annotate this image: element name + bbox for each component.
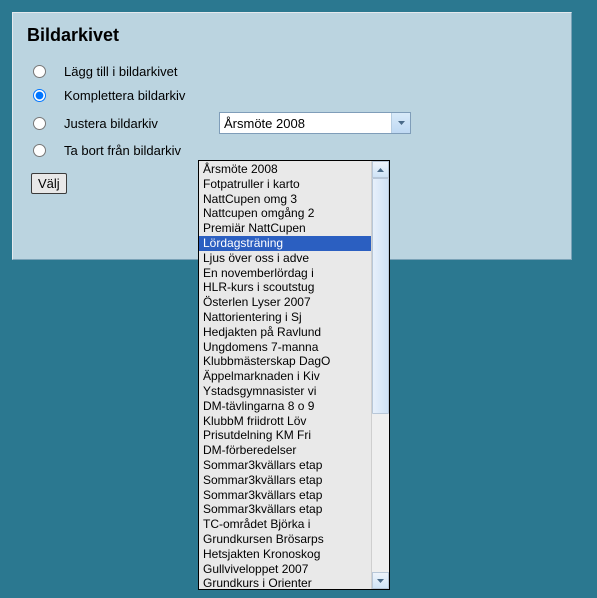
scrollbar[interactable] [371,161,389,589]
radio-row: Lägg till i bildarkivet [27,64,557,79]
panel-title: Bildarkivet [27,25,557,46]
dropdown-option[interactable]: Lördagsträning [199,236,371,251]
dropdown-option[interactable]: Sommar3kvällars etap [199,458,371,473]
mode-radio[interactable] [33,65,46,78]
archive-dropdown-list[interactable]: Årsmöte 2008Fotpatruller i kartoNattCupe… [198,160,390,590]
dropdown-option[interactable]: Hetsjakten Kronoskog [199,547,371,562]
dropdown-option[interactable]: Prisutdelning KM Fri [199,428,371,443]
dropdown-option[interactable]: Sommar3kvällars etap [199,502,371,517]
dropdown-option[interactable]: Ystadsgymnasister vi [199,384,371,399]
radio-label: Komplettera bildarkiv [64,88,219,103]
dropdown-option[interactable]: Fotpatruller i karto [199,177,371,192]
dropdown-option[interactable]: Ljus över oss i adve [199,251,371,266]
dropdown-option[interactable]: Gullviveloppet 2007 [199,562,371,577]
dropdown-option[interactable]: DM-tävlingarna 8 o 9 [199,399,371,414]
mode-radio[interactable] [33,144,46,157]
chevron-down-icon[interactable] [391,113,410,133]
dropdown-option[interactable]: En novemberlördag i [199,266,371,281]
archive-select-value: Årsmöte 2008 [224,116,305,131]
dropdown-option[interactable]: TC-området Björka i [199,517,371,532]
archive-select[interactable]: Årsmöte 2008 [219,112,411,134]
dropdown-option[interactable]: Nattorientering i Sj [199,310,371,325]
submit-button[interactable]: Välj [31,173,67,194]
dropdown-option[interactable]: Äppelmarknaden i Kiv [199,369,371,384]
dropdown-option[interactable]: KlubbM friidrott Löv [199,414,371,429]
dropdown-option[interactable]: DM-förberedelser [199,443,371,458]
mode-radio[interactable] [33,89,46,102]
radio-label: Lägg till i bildarkivet [64,64,219,79]
scroll-down-button[interactable] [372,572,389,589]
dropdown-option[interactable]: Premiär NattCupen [199,221,371,236]
dropdown-option[interactable]: Grundkursen Brösarps [199,532,371,547]
radio-row: Ta bort från bildarkiv [27,143,557,158]
dropdown-option[interactable]: Klubbmästerskap DagO [199,354,371,369]
dropdown-option[interactable]: HLR-kurs i scoutstug [199,280,371,295]
radio-row: Komplettera bildarkiv [27,88,557,103]
dropdown-option[interactable]: Grundkurs i Orienter [199,576,371,589]
radio-label: Ta bort från bildarkiv [64,143,219,158]
dropdown-option[interactable]: Ungdomens 7-manna [199,340,371,355]
dropdown-option[interactable]: Hedjakten på Ravlund [199,325,371,340]
mode-radio[interactable] [33,117,46,130]
dropdown-option[interactable]: Sommar3kvällars etap [199,488,371,503]
dropdown-option[interactable]: Sommar3kvällars etap [199,473,371,488]
radio-label: Justera bildarkiv [64,116,219,131]
scroll-up-button[interactable] [372,161,389,178]
dropdown-option[interactable]: Årsmöte 2008 [199,162,371,177]
dropdown-option[interactable]: Nattcupen omgång 2 [199,206,371,221]
dropdown-option[interactable]: Österlen Lyser 2007 [199,295,371,310]
radio-row: Justera bildarkiv Årsmöte 2008 [27,112,557,134]
dropdown-option[interactable]: NattCupen omg 3 [199,192,371,207]
scroll-thumb[interactable] [372,178,389,414]
scroll-track[interactable] [372,178,389,572]
